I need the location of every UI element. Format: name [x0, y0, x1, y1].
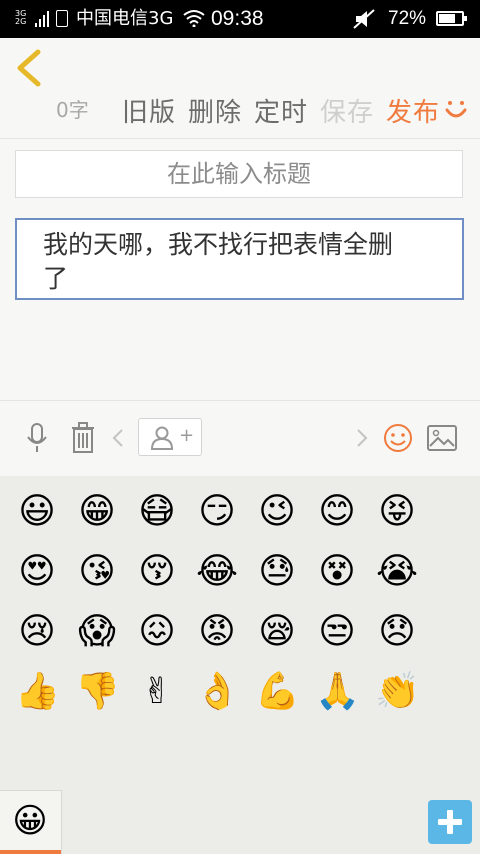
- status-bar: 3G 2G 中国电信3G 09:38 72%: [0, 0, 480, 38]
- wifi-icon: [183, 10, 205, 27]
- emoji-face-icon[interactable]: [383, 423, 413, 453]
- emoji-item[interactable]: 😝: [375, 490, 419, 534]
- signal-icon: [35, 11, 49, 27]
- chevron-right-icon[interactable]: [355, 428, 369, 448]
- battery-icon: [436, 11, 467, 26]
- emoji-item[interactable]: 😞: [375, 610, 419, 654]
- emoji-item[interactable]: 👎: [75, 670, 120, 714]
- delete-button[interactable]: 删除: [188, 92, 242, 129]
- image-icon[interactable]: [427, 425, 457, 451]
- emoji-item[interactable]: 😃: [15, 490, 59, 534]
- emoji-item[interactable]: 😘: [75, 550, 119, 594]
- emoji-item[interactable]: 😍: [15, 550, 59, 594]
- old-version-button[interactable]: 旧版: [122, 92, 176, 129]
- carrier-name: 中国电信3G: [76, 8, 174, 29]
- schedule-button[interactable]: 定时: [254, 92, 308, 129]
- emoji-item[interactable]: 😡: [195, 610, 239, 654]
- emoji-item[interactable]: 👏: [375, 670, 420, 714]
- emoji-item[interactable]: ✌: [135, 670, 179, 714]
- content-line: 了: [43, 264, 69, 293]
- emoji-item[interactable]: 😊: [315, 490, 359, 534]
- emoji-item[interactable]: 🙏: [315, 670, 360, 714]
- clock: 09:38: [211, 7, 264, 30]
- emoji-item[interactable]: 😵: [315, 550, 359, 594]
- back-arrow-icon[interactable]: [12, 48, 44, 88]
- active-tab-indicator: [0, 850, 61, 854]
- trash-icon[interactable]: [70, 422, 96, 454]
- emoji-item[interactable]: 👌: [195, 670, 240, 714]
- emoji-item[interactable]: 😷: [135, 490, 179, 534]
- emoji-item[interactable]: 💪: [255, 670, 300, 714]
- mute-icon: [353, 9, 375, 29]
- emoji-item[interactable]: 😓: [255, 550, 299, 594]
- emoji-item[interactable]: 😭: [375, 550, 419, 594]
- word-count: 0字: [56, 98, 89, 122]
- content-line: 我的天哪，我不找行把表情全删: [43, 230, 394, 259]
- chevron-left-icon[interactable]: [111, 428, 125, 448]
- content-textarea[interactable]: 我的天哪，我不找行把表情全删 了: [15, 218, 464, 300]
- emoji-item[interactable]: 👍: [15, 670, 60, 714]
- network-type-bottom: 2G: [15, 17, 27, 26]
- emoji-item[interactable]: 😚: [135, 550, 179, 594]
- battery-percent: 72%: [388, 8, 427, 29]
- emoji-item[interactable]: 😢: [15, 610, 59, 654]
- emoji-tab[interactable]: 😀: [0, 790, 62, 854]
- emoji-item[interactable]: 😉: [255, 490, 299, 534]
- sim-card-icon: [56, 10, 68, 27]
- add-button[interactable]: [428, 800, 472, 844]
- publish-button[interactable]: 发布: [386, 92, 440, 129]
- mention-user-icon: [151, 426, 173, 450]
- microphone-icon[interactable]: [24, 422, 50, 454]
- emoji-item[interactable]: 😂: [195, 550, 239, 594]
- plus-glyph: +: [179, 425, 195, 446]
- title-input[interactable]: 在此输入标题: [15, 150, 463, 198]
- network-type: 3G 2G: [15, 10, 26, 26]
- emoji-item[interactable]: 😁: [75, 490, 119, 534]
- emoji-item[interactable]: 😱: [75, 610, 119, 654]
- emoji-item[interactable]: 😏: [195, 490, 239, 534]
- emoji-tab-icon: 😀: [12, 801, 48, 841]
- emoji-item[interactable]: 😪: [255, 610, 299, 654]
- save-button[interactable]: 保存: [320, 92, 374, 129]
- emoji-item[interactable]: 😖: [135, 610, 179, 654]
- smile-icon[interactable]: [444, 98, 468, 122]
- mention-user-button[interactable]: +: [138, 418, 202, 456]
- emoji-item[interactable]: 😒: [315, 610, 359, 654]
